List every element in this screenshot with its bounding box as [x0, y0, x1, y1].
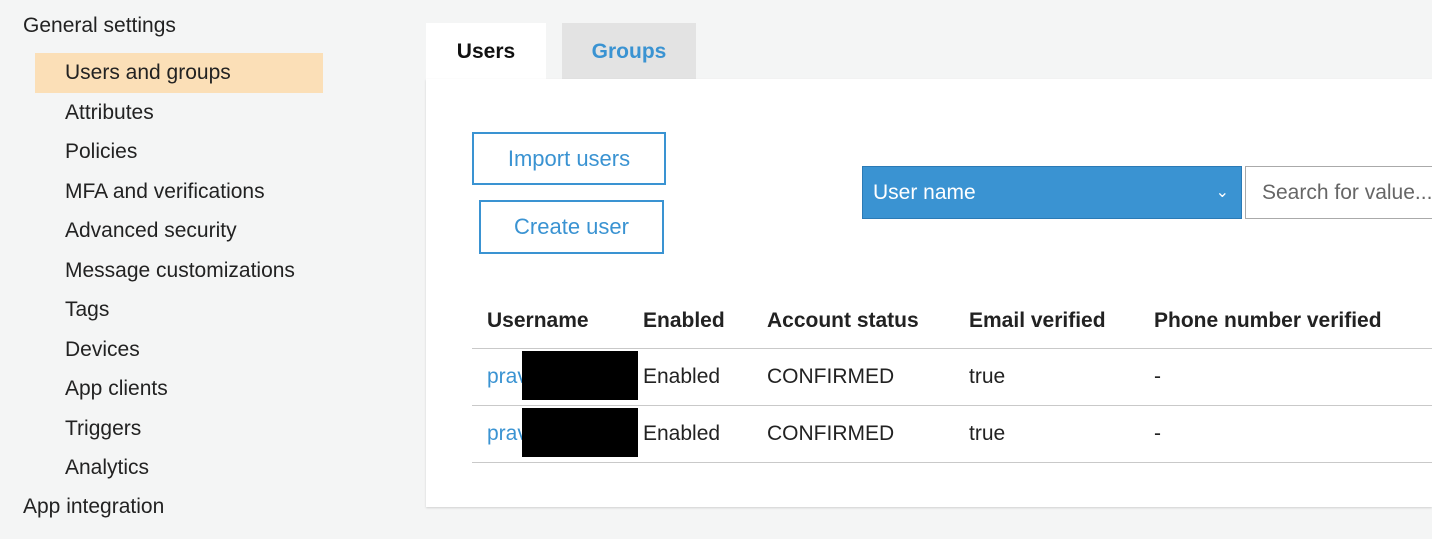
enabled-cell: Enabled	[643, 422, 721, 445]
sidebar-item-advanced-security[interactable]: Advanced security	[35, 211, 323, 251]
import-users-button[interactable]: Import users	[472, 132, 666, 185]
sidebar-heading-general-settings[interactable]: General settings	[23, 13, 176, 39]
redaction-box	[522, 408, 638, 457]
tab-groups[interactable]: Groups	[562, 23, 696, 79]
table-header-row: Username Enabled Account status Email ve…	[472, 293, 1432, 349]
column-header-account-status[interactable]: Account status	[767, 293, 919, 349]
search-input[interactable]: Search for value...	[1245, 166, 1432, 219]
create-user-button[interactable]: Create user	[479, 200, 664, 254]
table-row: prav Enabled CONFIRMED true -	[472, 349, 1432, 406]
tab-users[interactable]: Users	[426, 23, 546, 79]
email-verified-cell: true	[969, 365, 1006, 388]
sidebar-item-users-and-groups[interactable]: Users and groups	[35, 53, 323, 93]
column-header-phone-verified[interactable]: Phone number verified	[1154, 293, 1382, 349]
phone-verified-cell: -	[1154, 422, 1161, 445]
sidebar-item-tags[interactable]: Tags	[35, 290, 323, 330]
attribute-select-value: User name	[873, 181, 976, 204]
column-header-email-verified[interactable]: Email verified	[969, 293, 1106, 349]
table-row: prav Enabled CONFIRMED true -	[472, 406, 1432, 463]
account-status-cell: CONFIRMED	[767, 422, 895, 445]
redaction-box	[522, 351, 638, 400]
sidebar-list: Users and groups Attributes Policies MFA…	[35, 53, 323, 488]
account-status-cell: CONFIRMED	[767, 365, 895, 388]
sidebar-item-attributes[interactable]: Attributes	[35, 93, 323, 133]
attribute-select[interactable]: User name ⌄	[862, 166, 1242, 219]
sidebar-item-policies[interactable]: Policies	[35, 132, 323, 172]
sidebar-item-triggers[interactable]: Triggers	[35, 409, 323, 449]
email-verified-cell: true	[969, 422, 1006, 445]
sidebar-item-devices[interactable]: Devices	[35, 330, 323, 370]
column-header-username[interactable]: Username	[487, 293, 589, 349]
sidebar-item-app-clients[interactable]: App clients	[35, 369, 323, 409]
phone-verified-cell: -	[1154, 365, 1161, 388]
users-table: Username Enabled Account status Email ve…	[472, 293, 1432, 463]
sidebar-item-mfa[interactable]: MFA and verifications	[35, 172, 323, 212]
sidebar-heading-app-integration[interactable]: App integration	[23, 494, 164, 520]
sidebar-item-message-customizations[interactable]: Message customizations	[35, 251, 323, 291]
sidebar: General settings Users and groups Attrib…	[0, 0, 340, 539]
column-header-enabled[interactable]: Enabled	[643, 293, 725, 349]
chevron-down-icon: ⌄	[1215, 184, 1229, 201]
enabled-cell: Enabled	[643, 365, 721, 388]
sidebar-item-analytics[interactable]: Analytics	[35, 448, 323, 488]
